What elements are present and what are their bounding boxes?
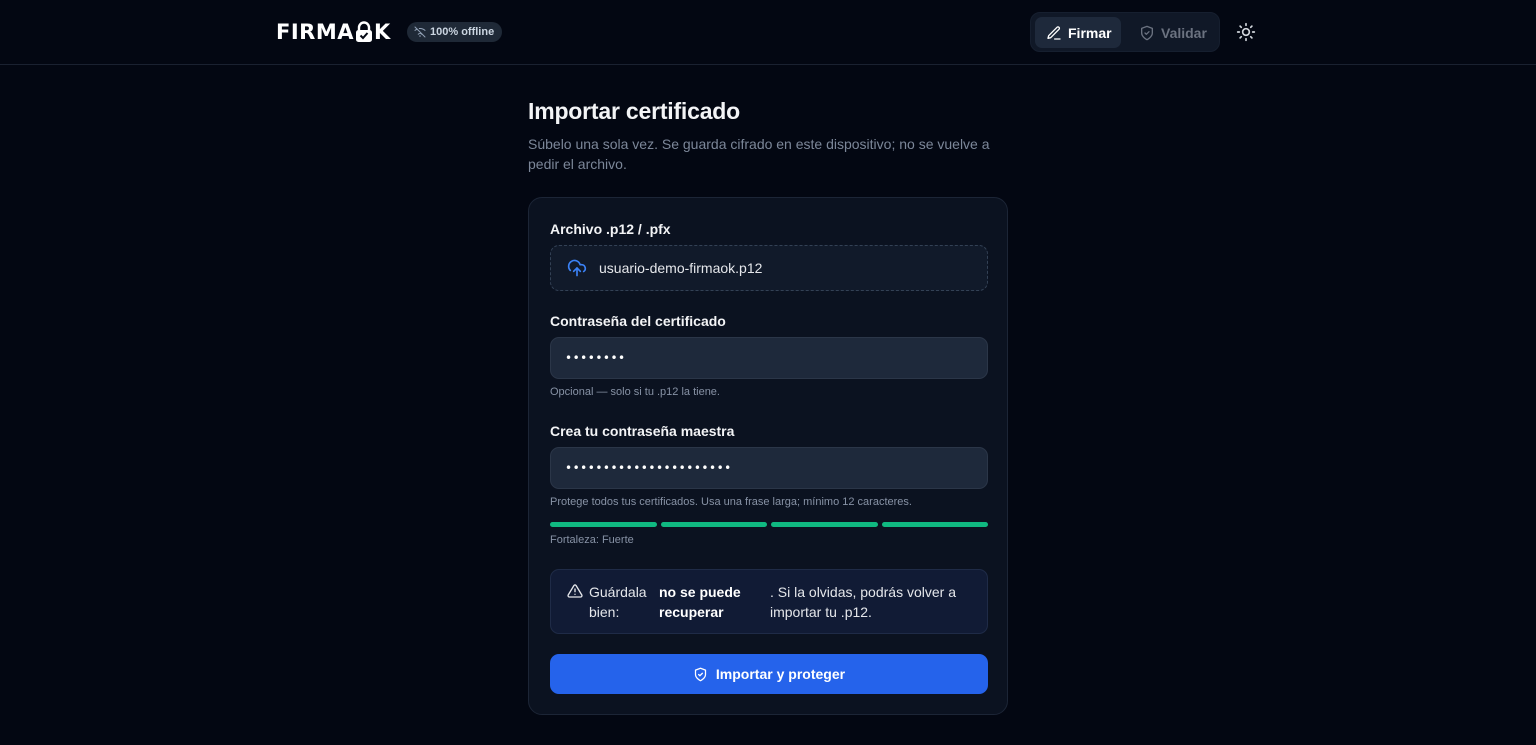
offline-badge: 100% offline — [407, 22, 503, 42]
pen-icon — [1047, 25, 1061, 40]
warning-text-end: . Si la olvidas, podrás volver a importa… — [770, 584, 956, 620]
firmaok-logo[interactable]: FIRMA K — [276, 20, 391, 44]
warning-text-bold: no se puede recuperar — [659, 584, 741, 620]
offline-badge-label: 100% offline — [430, 26, 495, 38]
recovery-warning: Guárdala bien: no se puede recuperar . S… — [550, 569, 988, 634]
strength-segment — [881, 522, 988, 527]
strength-segment — [771, 522, 878, 527]
password-strength-meter — [550, 522, 988, 527]
master-password-label: Crea tu contraseña maestra — [550, 423, 735, 439]
shield-check-icon — [1141, 25, 1153, 40]
tab-firmar-label: Firmar — [1068, 24, 1112, 41]
import-protect-label: Importar y proteger — [715, 666, 846, 682]
cloud-upload-icon — [567, 259, 587, 277]
tab-validar[interactable]: Validar — [1135, 17, 1215, 48]
lock-icon — [355, 21, 372, 42]
tab-validar-label: Validar — [1161, 24, 1207, 41]
file-dropzone[interactable]: usuario-demo-firmaok.p12 — [550, 245, 988, 291]
page-subtitle: Súbelo una sola vez. Se guarda cifrado e… — [528, 136, 990, 172]
wifi-off-icon — [414, 26, 426, 38]
import-certificate-card: Archivo .p12 / .pfx usuario-demo-firmaok… — [528, 197, 1008, 715]
shield-icon — [694, 667, 707, 681]
file-name: usuario-demo-firmaok.p12 — [599, 260, 763, 276]
master-password-hint: Protege todos tus certificados. Usa una … — [550, 496, 912, 508]
tab-firmar[interactable]: Firmar — [1035, 17, 1121, 48]
cert-password-label: Contraseña del certificado — [550, 313, 726, 329]
sun-icon — [1236, 22, 1256, 42]
strength-text: Fortaleza: Fuerte — [550, 534, 634, 546]
app-header: FIRMA K 100% offline Firmar Validar — [0, 0, 1536, 65]
import-protect-button[interactable]: Importar y proteger — [550, 654, 988, 694]
master-password-value: •••••••••••••••••••••• — [565, 461, 732, 475]
cert-password-value: •••••••• — [565, 351, 626, 365]
logo-text-right: K — [373, 20, 391, 44]
strength-segment — [550, 522, 657, 527]
warning-triangle-icon — [567, 584, 583, 598]
logo-text-left: FIRMA — [276, 20, 354, 44]
warning-text-start: Guárdala bien: — [589, 584, 647, 620]
master-password-input[interactable]: •••••••••••••••••••••• — [550, 447, 988, 489]
strength-segment — [660, 522, 767, 527]
mode-switcher: Firmar Validar — [1030, 12, 1220, 52]
file-label: Archivo .p12 / .pfx — [550, 221, 671, 237]
logo-wordmark: FIRMA K — [276, 20, 391, 44]
page-title: Importar certificado — [528, 98, 740, 124]
cert-password-hint: Opcional — solo si tu .p12 la tiene. — [550, 386, 720, 398]
cert-password-input[interactable]: •••••••• — [550, 337, 988, 379]
theme-toggle-button[interactable] — [1234, 20, 1258, 44]
